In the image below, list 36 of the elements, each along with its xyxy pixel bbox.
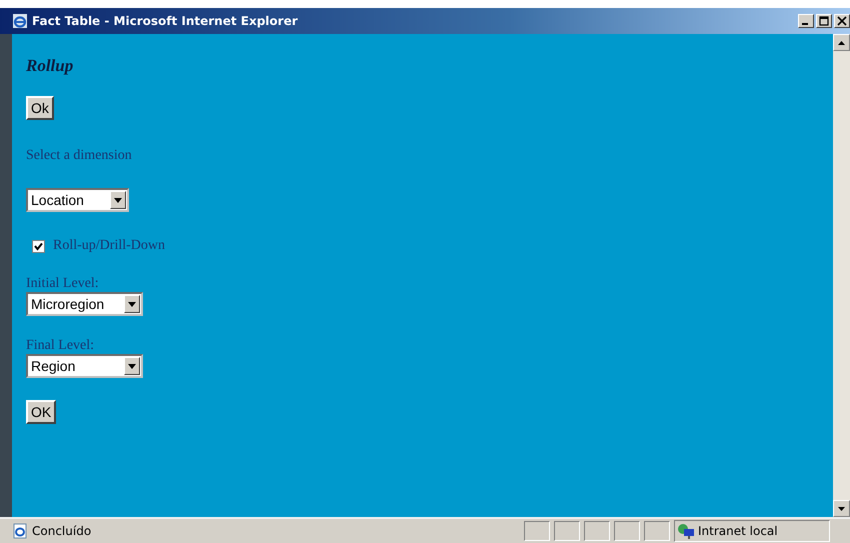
network-icon — [677, 523, 695, 539]
security-zone: Intranet local — [698, 524, 778, 538]
page-heading: Rollup — [26, 56, 74, 76]
level-select[interactable]: Microregion — [26, 292, 143, 316]
window-title: Fact Table - Microsoft Internet Explorer — [32, 14, 299, 28]
dropdown-arrow-icon — [128, 364, 136, 368]
minimize-icon — [802, 23, 808, 25]
dimension-select[interactable]: Location — [26, 188, 129, 212]
vertical-scrollbar[interactable] — [833, 34, 850, 517]
status-pane — [614, 521, 640, 541]
maximize-button[interactable] — [816, 14, 832, 28]
status-text: Concluído — [32, 524, 92, 538]
minimize-button[interactable] — [798, 14, 814, 28]
maximize-icon — [819, 16, 829, 26]
close-button[interactable] — [834, 14, 850, 28]
dropdown-arrow-icon — [128, 302, 136, 306]
dropdown-arrow-icon — [114, 198, 122, 202]
ok-button[interactable]: Ok — [26, 96, 54, 120]
rollup-checkbox[interactable] — [32, 240, 45, 252]
level-label: Initial Level: — [26, 276, 100, 292]
down-arrow-icon — [838, 506, 845, 510]
checkbox-label: Roll-up/Drill-Down — [53, 238, 165, 254]
status-pane — [524, 521, 550, 541]
ok-button[interactable]: OK — [26, 400, 56, 424]
status-pane — [644, 521, 670, 541]
up-arrow-icon — [838, 40, 845, 44]
status-pane — [584, 521, 610, 541]
close-icon — [837, 16, 847, 26]
page-icon — [12, 523, 28, 539]
scroll-up-button[interactable] — [833, 34, 850, 51]
dimension-label: Select a dimension — [26, 148, 132, 164]
browser-icon — [12, 13, 28, 29]
level-label: Final Level: — [26, 338, 96, 354]
scroll-down-button[interactable] — [833, 500, 850, 517]
status-pane — [554, 521, 580, 541]
level-select[interactable]: Region — [26, 354, 143, 378]
